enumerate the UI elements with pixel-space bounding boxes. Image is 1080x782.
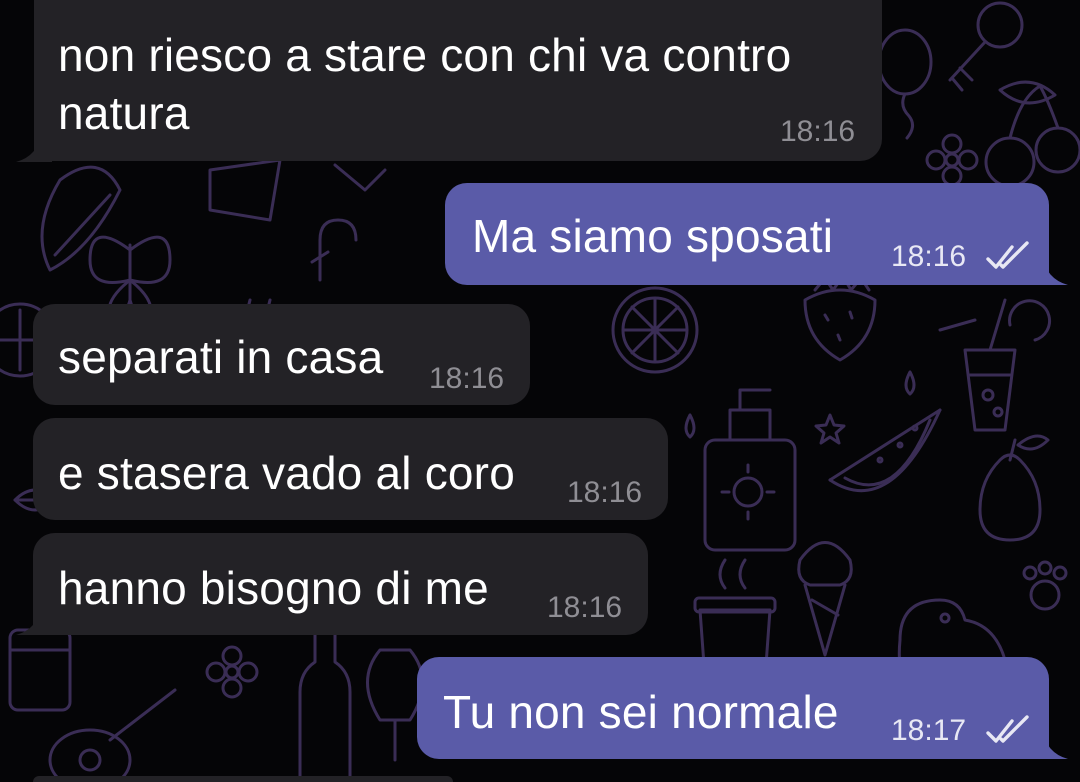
message-timestamp: 18:16 xyxy=(547,591,623,624)
bottle-doodle-icon xyxy=(298,630,352,782)
star-doodle-icon xyxy=(814,413,846,445)
jar-doodle-icon xyxy=(8,628,72,712)
message-text-line-1: non riesco a stare con chi va contro xyxy=(58,29,792,81)
message-text-line-2: natura xyxy=(58,87,190,139)
message-text: separati in casa xyxy=(58,331,384,383)
flower-small-doodle-icon xyxy=(205,645,259,699)
lotion-bottle-doodle-icon xyxy=(703,388,797,552)
message-timestamp: 18:16 xyxy=(429,362,505,395)
incoming-message-bubble[interactable]: hanno bisogno di me 18:16 xyxy=(33,533,648,635)
message-timestamp: 18:17 xyxy=(891,714,967,747)
message-text: Tu non sei normale xyxy=(443,686,839,738)
drop-doodle-icon xyxy=(684,370,916,439)
incoming-message-bubble[interactable]: non riesco a stare con chi va contro nat… xyxy=(34,0,882,161)
incoming-message-bubble-partial[interactable] xyxy=(33,776,453,782)
balloon-doodle-icon xyxy=(877,28,933,140)
wine-glass-doodle-icon xyxy=(366,648,424,762)
watermelon-doodle-icon xyxy=(828,408,942,493)
message-text: hanno bisogno di me xyxy=(58,562,489,614)
drink-glass-doodle-icon xyxy=(938,298,1052,432)
paw-doodle-icon xyxy=(1022,560,1068,611)
outgoing-message-bubble[interactable]: Tu non sei normale 18:17 xyxy=(417,657,1049,759)
message-text: e stasera vado al coro xyxy=(58,447,515,499)
double-check-icon xyxy=(986,715,1029,743)
message-timestamp: 18:16 xyxy=(891,240,967,273)
flower-doodle-icon xyxy=(925,133,979,187)
citrus-slice-doodle-icon xyxy=(611,286,699,374)
message-timestamp: 18:16 xyxy=(567,476,643,509)
incoming-message-bubble[interactable]: separati in casa 18:16 xyxy=(33,304,530,405)
pear-doodle-icon xyxy=(978,434,1050,542)
fan-doodle-icon xyxy=(208,158,387,222)
outgoing-message-bubble[interactable]: Ma siamo sposati 18:16 xyxy=(445,183,1049,285)
ice-cream-doodle-icon xyxy=(797,541,853,657)
surfboard-doodle-icon xyxy=(40,165,122,272)
cherry-doodle-icon xyxy=(984,80,1080,188)
message-text: Ma siamo sposati xyxy=(472,210,834,262)
incoming-message-bubble[interactable]: e stasera vado al coro 18:16 xyxy=(33,418,668,520)
key-doodle-icon xyxy=(948,1,1024,92)
strawberry-doodle-icon xyxy=(803,274,877,362)
double-check-icon xyxy=(986,241,1029,269)
message-timestamp: 18:16 xyxy=(780,115,856,148)
candy-cane-doodle-icon xyxy=(310,218,358,282)
